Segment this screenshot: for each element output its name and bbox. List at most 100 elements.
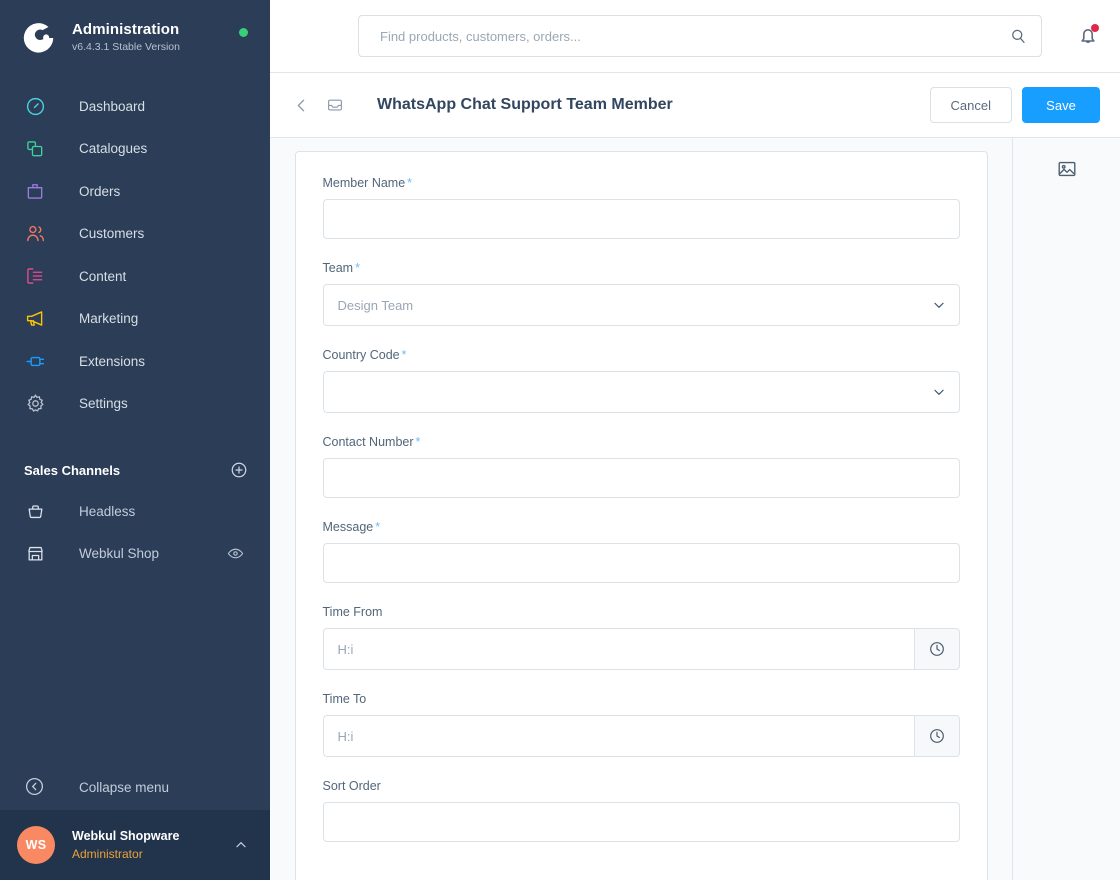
- sidebar-item-label: Dashboard: [79, 98, 146, 114]
- sidebar-item-label: Settings: [79, 396, 128, 412]
- collapse-left-icon: [24, 776, 46, 798]
- eye-icon[interactable]: [227, 545, 244, 562]
- member-name-input[interactable]: [322, 199, 960, 239]
- field-label: Contact Number *: [322, 435, 421, 449]
- time-from-group: [322, 628, 960, 670]
- search-input[interactable]: [380, 28, 1009, 44]
- contact-number-input[interactable]: [322, 458, 960, 498]
- body-area: Member Name * Team * Design Team Country…: [270, 138, 1120, 880]
- sales-channel-label: Headless: [79, 503, 136, 519]
- sidebar-item-catalogues[interactable]: Catalogues: [0, 128, 270, 171]
- sidebar-item-label: Extensions: [79, 353, 146, 369]
- sales-channels-section-header: Sales Channels: [0, 450, 270, 490]
- sidebar-item-customers[interactable]: Customers: [0, 213, 270, 256]
- marketing-icon: [24, 308, 46, 330]
- right-rail: [1012, 138, 1120, 880]
- field-sort-order: Sort Order: [322, 779, 960, 842]
- content-column: Member Name * Team * Design Team Country…: [270, 138, 1012, 880]
- required-marker: *: [355, 261, 360, 275]
- member-form-card: Member Name * Team * Design Team Country…: [294, 151, 988, 880]
- user-meta: Webkul Shopware Administrator: [72, 827, 234, 863]
- required-marker: *: [375, 520, 381, 534]
- required-marker: *: [401, 348, 407, 362]
- sidebar-item-label: Marketing: [79, 311, 139, 327]
- field-country-code: Country Code *: [322, 348, 960, 413]
- page-title: WhatsApp Chat Support Team Member: [377, 96, 673, 113]
- chevron-up-icon[interactable]: [234, 838, 248, 852]
- field-label: Member Name *: [322, 176, 413, 190]
- clock-icon[interactable]: [913, 715, 960, 757]
- shopware-logo-icon: [20, 18, 58, 56]
- orders-icon: [24, 180, 46, 202]
- brand-header[interactable]: Administration v6.4.3.1 Stable Version: [0, 0, 270, 74]
- notification-dot: [1091, 24, 1099, 32]
- time-to-group: [322, 715, 960, 757]
- message-input[interactable]: [322, 543, 960, 583]
- sidebar-item-settings[interactable]: Settings: [0, 383, 270, 426]
- chevron-left-icon[interactable]: [288, 92, 314, 118]
- primary-nav: Dashboard Catalogues Orders Customers Co…: [0, 85, 270, 425]
- dashboard-icon: [24, 95, 46, 117]
- customers-icon: [24, 223, 46, 245]
- team-select-wrap: Design Team: [322, 284, 960, 326]
- required-marker: *: [415, 435, 421, 449]
- field-time-from: Time From: [322, 605, 960, 670]
- sales-channel-headless[interactable]: Headless: [0, 490, 270, 532]
- main-sidebar: Administration v6.4.3.1 Stable Version D…: [0, 0, 270, 880]
- field-label: Time To: [322, 692, 367, 706]
- sidebar-item-content[interactable]: Content: [0, 255, 270, 298]
- user-role: Administrator: [72, 847, 143, 861]
- save-button[interactable]: Save: [1022, 87, 1100, 123]
- field-time-to: Time To: [322, 692, 960, 757]
- field-member-name: Member Name *: [322, 176, 960, 239]
- catalogues-icon: [24, 138, 46, 160]
- content-icon: [24, 265, 46, 287]
- inbox-icon[interactable]: [322, 92, 348, 118]
- brand-title: Administration: [72, 20, 180, 38]
- team-select[interactable]: Design Team: [322, 284, 960, 326]
- image-icon[interactable]: [1052, 154, 1082, 184]
- sidebar-item-orders[interactable]: Orders: [0, 170, 270, 213]
- sidebar-item-marketing[interactable]: Marketing: [0, 298, 270, 341]
- brand-version: v6.4.3.1 Stable Version: [72, 40, 180, 53]
- field-label: Time From: [322, 605, 383, 619]
- page-header: WhatsApp Chat Support Team Member Cancel…: [270, 73, 1120, 138]
- search-icon[interactable]: [1009, 27, 1027, 45]
- storefront-icon: [24, 542, 46, 564]
- admin-app: Administration v6.4.3.1 Stable Version D…: [0, 0, 1120, 880]
- sort-order-input[interactable]: [322, 802, 960, 842]
- field-label: Country Code *: [322, 348, 407, 362]
- sales-channel-label: Webkul Shop: [79, 545, 160, 561]
- user-account-bar[interactable]: WS Webkul Shopware Administrator: [0, 810, 270, 880]
- search-box[interactable]: [358, 15, 1042, 57]
- settings-icon: [24, 393, 46, 415]
- field-message: Message *: [322, 520, 960, 583]
- field-label: Sort Order: [322, 779, 381, 793]
- sidebar-item-label: Customers: [79, 226, 145, 242]
- required-marker: *: [407, 176, 413, 190]
- sidebar-item-label: Orders: [79, 183, 121, 199]
- global-search: [358, 15, 1042, 57]
- sales-channel-webkul-shop[interactable]: Webkul Shop: [0, 532, 270, 574]
- country-code-select[interactable]: [322, 371, 960, 413]
- user-name: Webkul Shopware: [72, 829, 180, 843]
- cancel-button[interactable]: Cancel: [929, 87, 1012, 123]
- notifications-button[interactable]: [1076, 24, 1100, 48]
- collapse-menu-button[interactable]: Collapse menu: [0, 764, 270, 810]
- time-to-input[interactable]: [322, 715, 914, 757]
- sidebar-item-extensions[interactable]: Extensions: [0, 340, 270, 383]
- avatar: WS: [17, 826, 55, 864]
- field-label: Team *: [322, 261, 360, 275]
- sales-channels-title: Sales Channels: [24, 462, 121, 478]
- plus-circle-icon[interactable]: [230, 461, 248, 479]
- extensions-icon: [24, 350, 46, 372]
- main-area: WhatsApp Chat Support Team Member Cancel…: [270, 0, 1120, 880]
- time-from-input[interactable]: [322, 628, 914, 670]
- status-online-dot: [239, 28, 248, 37]
- clock-icon[interactable]: [913, 628, 960, 670]
- country-code-select-wrap: [322, 371, 960, 413]
- field-label: Message *: [322, 520, 381, 534]
- sidebar-item-dashboard[interactable]: Dashboard: [0, 85, 270, 128]
- top-bar: [270, 0, 1120, 73]
- sidebar-item-label: Content: [79, 268, 127, 284]
